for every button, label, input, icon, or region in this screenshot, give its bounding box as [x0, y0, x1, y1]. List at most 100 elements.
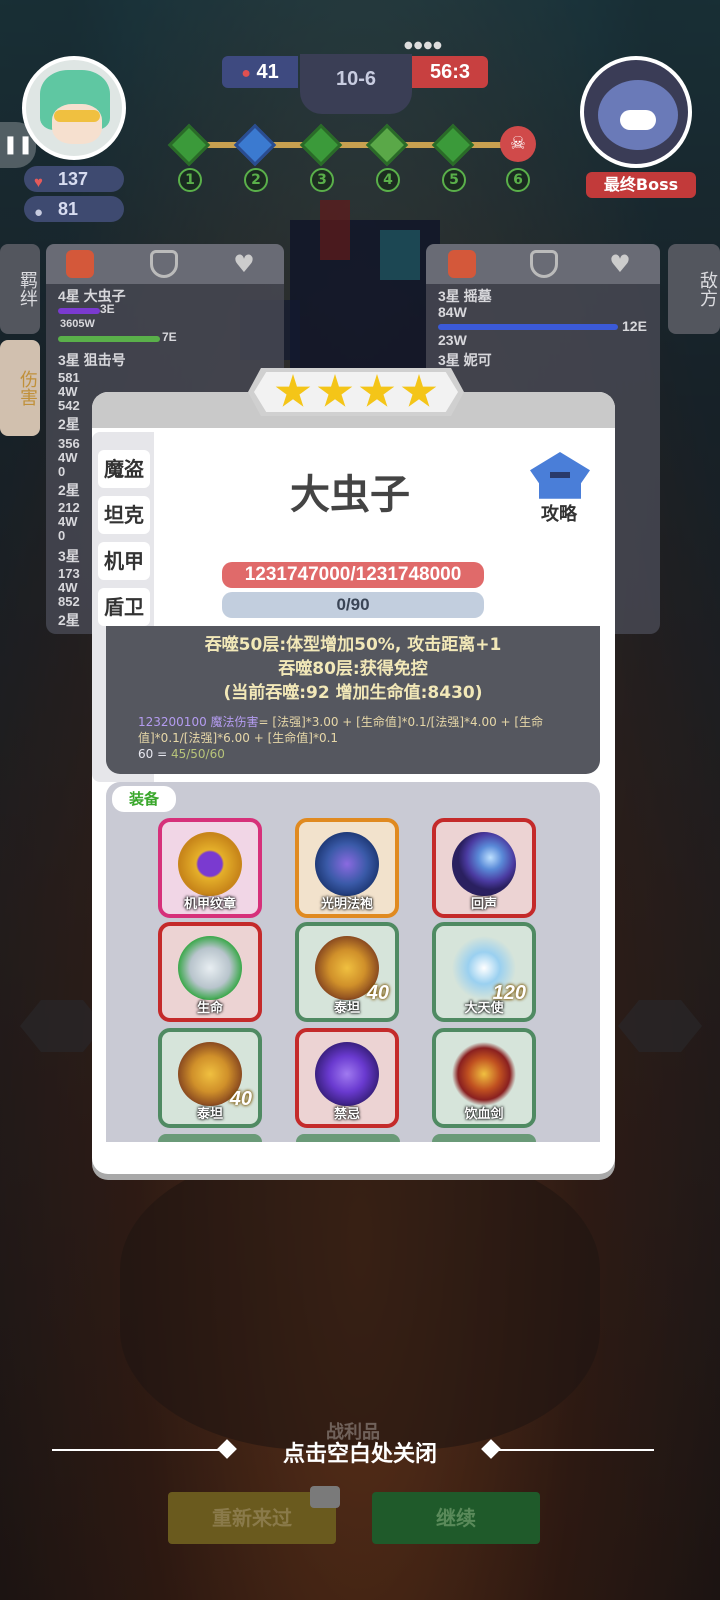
loot-label: 战利品 [326, 1422, 380, 1443]
continue-button[interactable]: 继续 [372, 1492, 540, 1544]
left-line-3: 7E [162, 330, 177, 344]
sword-icon[interactable] [448, 250, 476, 278]
star-icon [317, 374, 353, 407]
retry-label: 重新来过 [212, 1506, 292, 1530]
player-hp-pill: ♥ 137 [24, 166, 124, 192]
class-tab-guard[interactable]: 盾卫 [98, 588, 150, 626]
skill-line-1: 吞噬50层:体型增加50%, 攻击距离+1 [204, 635, 502, 655]
left-line-6: 4W [58, 384, 78, 399]
heart-icon: ♥ [34, 174, 43, 191]
class-tab-rogue[interactable]: 魔盗 [98, 450, 150, 488]
class-tab-mech[interactable]: 机甲 [98, 542, 150, 580]
left-line-12: 2星 [58, 482, 80, 498]
pause-icon[interactable]: ❚❚ [0, 122, 36, 168]
left-line-13: 212 [58, 500, 80, 515]
right-panel-header: ♥ [426, 244, 660, 284]
tab-damage[interactable]: 伤害 [0, 340, 40, 436]
equip-item-mech-emblem[interactable]: 机甲纹章 [158, 818, 262, 918]
left-line-15: 0 [58, 528, 66, 543]
item-name: 生命 [196, 1001, 223, 1016]
left-line-9: 356 [58, 436, 80, 451]
guide-button[interactable]: 攻略 [524, 450, 594, 528]
skill-line-2: 吞噬80层:获得免控 [278, 659, 428, 679]
score-right: 56:3 [412, 56, 488, 88]
heart-icon[interactable]: ♥ [606, 250, 634, 278]
hero-xp-bar: 0/90 [222, 592, 484, 618]
player-hp-value: 137 [58, 169, 89, 189]
star-rating [254, 372, 458, 412]
left-panel-header: ♥ [46, 244, 284, 284]
graduation-cap-icon [530, 452, 590, 499]
score-left: ● 41 [222, 56, 298, 88]
formula-tail-b: 45/50/60 [170, 747, 225, 761]
item-name: 泰坦 [196, 1107, 223, 1122]
stage-value: 10-6 [335, 68, 377, 90]
boss-avatar[interactable] [580, 56, 692, 168]
left-line-20: 2星 [58, 612, 80, 628]
score-right-value: 56:3 [429, 61, 471, 83]
player-shield-value: 81 [58, 199, 79, 219]
equip-item-bloodthirster[interactable]: 饮血剑 [432, 1028, 536, 1128]
left-line-1: 3E [100, 302, 115, 316]
star-icon [275, 374, 311, 407]
tab-bonds[interactable]: 羁绊 [0, 244, 40, 334]
hero-name: 大虫子 [290, 472, 410, 518]
boss-label: 最终Boss [586, 172, 696, 198]
equip-item-titan-2[interactable]: 40 泰坦 [158, 1028, 262, 1128]
tab-enemy[interactable]: 敌方 [668, 244, 720, 334]
left-line-5: 581 [58, 370, 80, 385]
star-icon [401, 374, 437, 407]
hero-hp-bar: 1231747000/1231748000 [222, 562, 484, 588]
shield-icon[interactable] [150, 250, 178, 278]
progress-num-3: 3 [310, 168, 334, 192]
equip-item-forbidden[interactable]: 禁忌 [295, 1028, 399, 1128]
left-line-4: 3星 狙击号 [58, 352, 126, 368]
equip-item-titan-1[interactable]: 40 泰坦 [295, 922, 399, 1022]
left-line-7: 542 [58, 398, 80, 413]
shield-icon[interactable] [530, 250, 558, 278]
left-line-8: 2星 [58, 416, 80, 432]
equip-item-life[interactable]: 生命 [158, 922, 262, 1022]
echo-icon [452, 832, 516, 896]
progress-num-1: 1 [178, 168, 202, 192]
class-tab-tank[interactable]: 坦克 [98, 496, 150, 534]
item-name: 光明法袍 [320, 897, 373, 912]
left-line-11: 0 [58, 464, 66, 479]
player-avatar[interactable] [22, 56, 126, 160]
left-line-18: 4W [58, 580, 78, 595]
sword-icon[interactable] [66, 250, 94, 278]
equip-item-light-robe[interactable]: 光明法袍 [295, 818, 399, 918]
stage-indicator: 10-6 [300, 54, 412, 114]
equipment-label: 装备 [112, 786, 176, 812]
coin-icon: ● [34, 204, 44, 221]
left-line-0: 4星 大虫子 [58, 288, 126, 304]
heart-icon[interactable]: ♥ [230, 250, 258, 278]
right-line-2: 12E [622, 318, 647, 334]
right-line-0: 3星 摇墓 [438, 288, 492, 304]
divider-right [496, 1449, 654, 1451]
mech-emblem-icon [178, 832, 242, 896]
item-name: 机甲纹章 [183, 897, 236, 912]
right-line-3: 23W [438, 332, 467, 348]
lives-dots-icon: ●●●● [404, 40, 443, 51]
left-line-19: 852 [58, 594, 80, 609]
progress-num-5: 5 [442, 168, 466, 192]
left-line-14: 4W [58, 514, 78, 529]
damage-formula: 123200100 魔法伤害= [法强]*3.00 + [生命值]*0.1/[法… [138, 714, 592, 762]
life-helmet-icon [178, 936, 242, 1000]
right-line-1: 84W [438, 304, 467, 320]
right-line-4: 3星 妮可 [438, 352, 492, 368]
retry-button[interactable]: 重新来过 [168, 1486, 340, 1544]
star-icon [359, 374, 395, 407]
item-name: 禁忌 [333, 1107, 360, 1122]
progress-num-6: 6 [506, 168, 530, 192]
bloodthirster-icon [452, 1042, 516, 1106]
light-robe-icon [315, 832, 379, 896]
equip-item-echo[interactable]: 回声 [432, 818, 536, 918]
item-name: 大天使 [464, 1001, 504, 1016]
boss-skull-icon: ☠ [500, 126, 536, 162]
item-name: 回声 [470, 897, 497, 912]
left-line-2: 3605W [60, 318, 95, 330]
formula-tail-a: 60 = [138, 747, 171, 761]
equip-item-archangel[interactable]: 120 大天使 [432, 922, 536, 1022]
